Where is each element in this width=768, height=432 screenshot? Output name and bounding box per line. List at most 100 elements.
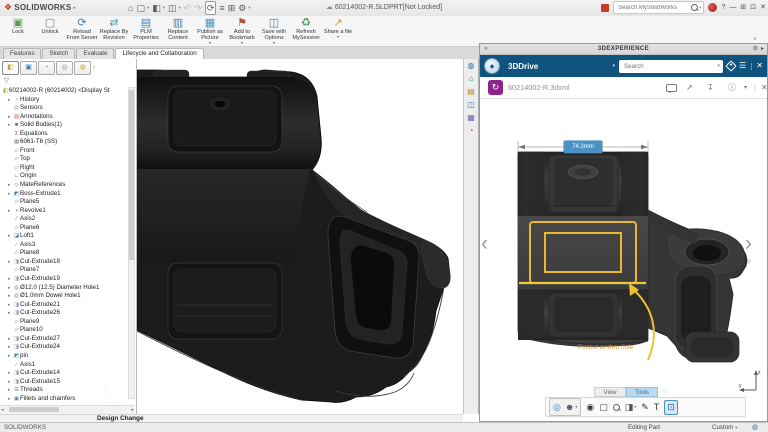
panel-search-input[interactable] xyxy=(622,61,718,71)
globe-icon[interactable]: ◍ xyxy=(752,423,758,431)
ghost-view-icon[interactable]: ☻ ▾ xyxy=(565,400,578,414)
text-markup-icon[interactable]: T xyxy=(654,400,660,414)
info-icon[interactable]: ⓘ xyxy=(728,77,736,99)
tree-item-matereferences[interactable]: ▸ ◇MateReferences xyxy=(0,181,129,190)
home-icon[interactable]: ⌂ xyxy=(128,2,133,14)
restore-icon[interactable]: ⊞ xyxy=(740,1,746,14)
share-icon[interactable]: ↗ xyxy=(686,77,693,99)
panel-search-box[interactable]: ▾ xyxy=(619,59,724,73)
feature-manager-tab-2[interactable]: ◔ xyxy=(38,61,55,75)
window-icon[interactable]: ⊞ xyxy=(228,2,236,14)
redo-icon[interactable]: ↷ xyxy=(194,2,202,14)
tree-item-plane10[interactable]: ▱Plane10 xyxy=(0,326,129,335)
more-tabs-icon[interactable]: › xyxy=(93,65,95,71)
dropdown-chevron-icon[interactable]: ▾ xyxy=(258,41,290,45)
comment-icon[interactable] xyxy=(666,84,677,93)
tree-item-axis2[interactable]: ∕ Axis2 xyxy=(0,215,129,224)
app-title[interactable]: 3DDrive xyxy=(508,62,538,71)
share-a-file-button[interactable]: ↗ Share a file ▾ xyxy=(322,16,354,39)
expand-details-chevron-icon[interactable]: ▾ xyxy=(744,77,747,99)
scroll-left-icon[interactable]: ◂ xyxy=(1,406,4,414)
tree-item-cut-extrude26[interactable]: ▸ ◨Cut-Extrude26 xyxy=(0,309,129,318)
scroll-right-icon[interactable]: ▸ xyxy=(131,406,134,414)
tree-item-cut-extrude18[interactable]: ▸ ◨Cut-Extrude18 xyxy=(0,258,129,267)
tree-item-plane8[interactable]: ▱Plane8 xyxy=(0,249,129,258)
tree-item-plane5[interactable]: ▱Plane5 xyxy=(0,198,129,207)
plm-properties-button[interactable]: ▤ PLM Properties xyxy=(130,16,162,41)
scroll-up-icon[interactable]: ∧ xyxy=(753,36,757,42)
tree-item-cut-extrude27[interactable]: ▸ ◨Cut-Extrude27 xyxy=(0,335,129,344)
tree-item-plane9[interactable]: ▱Plane9 xyxy=(0,318,129,327)
tree-item-plane7[interactable]: ▱Plane7 xyxy=(0,266,129,275)
tree-vertical-scrollbar[interactable] xyxy=(128,87,135,399)
tree-item-history[interactable]: ▸ ◔ History xyxy=(0,96,129,105)
tree-item-cut-extrude15[interactable]: ▸ ◨Cut-Extrude15 xyxy=(0,378,129,387)
compare-icon-dropdown[interactable]: ▾ xyxy=(634,400,636,414)
download-icon[interactable]: ↧ xyxy=(707,77,714,99)
units-dropdown[interactable]: Custom ▾ xyxy=(712,424,737,431)
preview-tab-view[interactable]: View xyxy=(594,387,626,397)
user-avatar[interactable] xyxy=(708,3,718,12)
view-palette-icon[interactable]: ▦ xyxy=(464,111,478,124)
close-icon[interactable]: ✕ xyxy=(760,1,766,14)
tree-item--12-0-12-5-diameter-hole1[interactable]: ▸ ◎Ø12.0 (12.5) Diameter Hole1 xyxy=(0,284,129,293)
3dexperience-panel-icon[interactable]: ◍ xyxy=(464,59,478,72)
tab-evaluate[interactable]: Evaluate xyxy=(76,48,115,59)
tree-root-item[interactable]: ◧60214002-R (60214002) <Display St xyxy=(0,87,129,96)
tree-item-plane6[interactable]: ▱Plane6 xyxy=(0,224,129,233)
search-icon[interactable] xyxy=(691,4,699,11)
pen-markup-icon[interactable]: ✎ xyxy=(641,400,649,414)
feature-manager-tab-3[interactable]: ◎ xyxy=(56,61,73,75)
save-icon-dropdown[interactable]: ▾ xyxy=(179,5,181,11)
replace-content-button[interactable]: ▥ Replace Content xyxy=(162,16,194,41)
tree-item-pin[interactable]: ▸ ◩pin xyxy=(0,352,129,361)
panel-menu-icon[interactable]: ☰ xyxy=(739,61,746,71)
slide-panel-icon[interactable]: ⊡ xyxy=(664,399,678,415)
reload-from-server-button[interactable]: ⟳ Reload From Server xyxy=(66,16,98,41)
ghost-view-icon-dropdown[interactable]: ▾ xyxy=(575,400,577,414)
minimize-icon[interactable]: — xyxy=(729,1,736,14)
tree-item-origin[interactable]: ∟Origin xyxy=(0,172,129,181)
menu-chevron-icon[interactable]: ▸ xyxy=(73,5,76,11)
rebuild-icon[interactable]: ⟳ xyxy=(204,0,217,15)
tab-features[interactable]: Features xyxy=(3,48,42,59)
panel-close-icon[interactable]: ✕ xyxy=(756,61,763,71)
feature-manager-tab-4[interactable]: ◍ xyxy=(74,61,91,75)
tree-item-threads[interactable]: ▸ ☰Threads xyxy=(0,386,129,395)
search-scope-chevron-icon[interactable]: ▾ xyxy=(699,5,701,11)
appearances-icon[interactable]: ◔ xyxy=(464,124,478,137)
tree-item-annotations[interactable]: ▸ ▤Annotations xyxy=(0,113,129,122)
app-switch-chevron-icon[interactable]: ▾ xyxy=(613,63,616,69)
3dexperience-compass-icon[interactable]: ◆ xyxy=(484,58,500,74)
tag-icon[interactable] xyxy=(725,60,737,72)
dropdown-chevron-icon[interactable]: ▾ xyxy=(226,41,258,45)
tree-horizontal-scrollbar[interactable]: ◂ ▸ xyxy=(0,405,135,414)
close-preview-icon[interactable]: ✕ xyxy=(761,77,768,99)
favorite-heart-icon[interactable]: ♡ xyxy=(662,388,668,396)
tree-item-cut-extrude24[interactable]: ▸ ◨Cut-Extrude24 xyxy=(0,343,129,352)
add-to-bookmark-button[interactable]: ⚑ Add to Bookmark ▾ xyxy=(226,16,258,45)
save-icon[interactable]: ◫ xyxy=(168,2,177,14)
replace-by-revision-button[interactable]: ⇄ Replace By Revision xyxy=(98,16,130,41)
preview-part-model[interactable] xyxy=(479,98,768,398)
save-with-options-button[interactable]: ◫ Save with Options ▾ xyxy=(258,16,290,45)
main-part-model[interactable] xyxy=(137,59,463,414)
tree-item-right[interactable]: ▱Right xyxy=(0,164,129,173)
lock-button[interactable]: ▣ Lock xyxy=(2,16,34,35)
previous-view-chevron-icon[interactable]: ‹ xyxy=(481,233,488,255)
file-explorer-icon[interactable]: ◫ xyxy=(464,98,478,111)
design-library-icon[interactable]: ▤ xyxy=(464,85,478,98)
resources-icon[interactable]: ⌂ xyxy=(464,72,478,85)
refresh-mysession-button[interactable]: ♻ Refresh MySession xyxy=(290,16,322,41)
tree-item-top[interactable]: ▱Top xyxy=(0,155,129,164)
open-icon-dropdown[interactable]: ▾ xyxy=(163,5,165,11)
panel-options-gear-icon[interactable]: ⚙ xyxy=(753,44,758,54)
3dexperience-badge-icon[interactable] xyxy=(601,3,610,12)
app-logo[interactable]: ❖ SOLIDWORKS ▸ xyxy=(4,2,76,13)
unlock-button[interactable]: ▢ Unlock xyxy=(34,16,66,35)
publish-as-picture-button[interactable]: ▦ Publish as Picture ▾ xyxy=(194,16,226,45)
tree-item-loft1[interactable]: ▸ ◪Loft1 xyxy=(0,232,129,241)
tree-item-axis1[interactable]: ∕ Axis1 xyxy=(0,361,129,370)
tree-item--1-0mm-dowel-hole1[interactable]: ▸ ◎Ø1.0mm Dowel Hole1 xyxy=(0,292,129,301)
tree-item-fillets-and-chamfers[interactable]: ▸ ▣Fillets and chamfers xyxy=(0,395,129,404)
